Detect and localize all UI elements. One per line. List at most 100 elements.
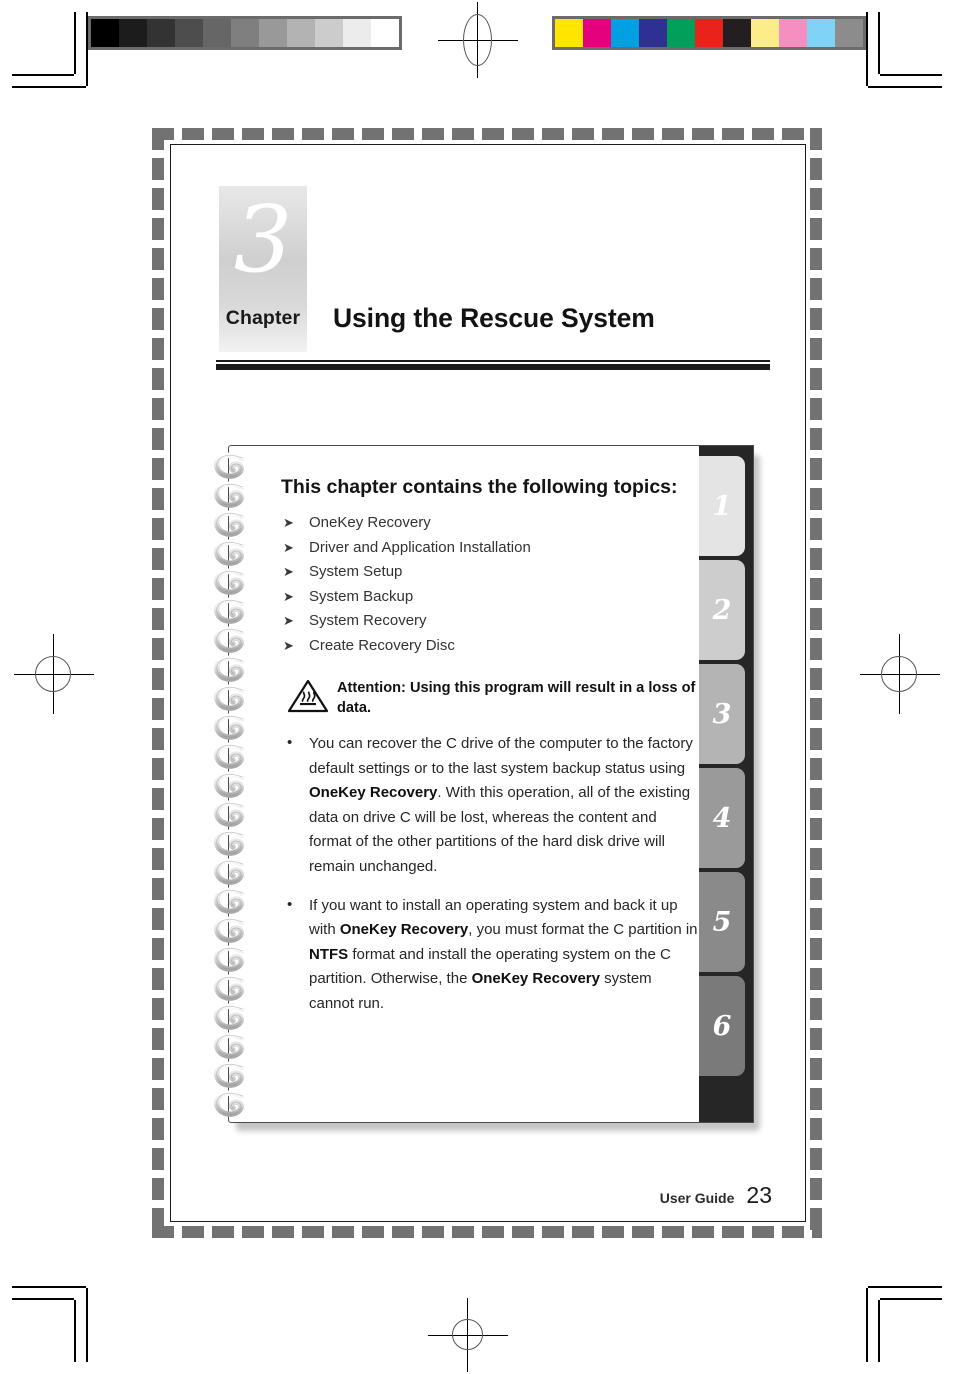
spiral-coil [212,742,256,772]
dash-segment [810,968,822,990]
spiral-coil [212,655,256,685]
dash-segment [152,938,164,960]
dash-segment [810,698,822,720]
dashed-edge-right [810,128,822,1238]
color-patch-2 [611,19,639,47]
arrow-bullet-icon: ➤ [283,515,294,530]
topic-label: System Backup [309,587,414,605]
color-patch-9 [807,19,835,47]
spiral-coil [212,510,256,540]
dash-segment [482,1226,504,1238]
bullet-dot-icon: • [287,734,293,751]
dashed-edge-top [152,128,822,140]
spiral-coil [212,916,256,946]
chapter-badge: 3 Chapter [219,186,307,352]
dash-segment [152,248,164,270]
dash-segment [512,1226,534,1238]
dash-segment [810,398,822,420]
dash-segment [152,968,164,990]
dash-segment [810,938,822,960]
chapter-tab-3[interactable]: 3 [699,664,745,764]
dash-segment [422,1226,444,1238]
chapter-tab-6[interactable]: 6 [699,976,745,1076]
spiral-coil [212,597,256,627]
gray-patch-7 [287,19,315,47]
chapter-tab-4[interactable]: 4 [699,768,745,868]
dash-segment [692,1226,714,1238]
gray-patch-9 [343,19,371,47]
dash-segment [810,1028,822,1050]
note-text: You can recover the C drive of the compu… [309,735,693,875]
topic-item: ➤ System Recovery [281,609,699,634]
spiral-coil [212,800,256,830]
dash-segment [810,608,822,630]
dash-segment [152,698,164,720]
dash-segment [602,1226,624,1238]
dash-segment [362,128,384,140]
spiral-coil [212,887,256,917]
dash-segment [152,878,164,900]
dash-segment [392,1226,414,1238]
dash-segment [332,1226,354,1238]
dash-segment [152,518,164,540]
dash-segment [152,398,164,420]
spiral-coil [212,974,256,1004]
hot-surface-warning-icon [287,678,329,714]
dash-segment [152,1118,164,1140]
dash-segment [782,1226,804,1238]
topic-label: System Recovery [309,612,427,629]
topic-label: System Setup [309,563,403,580]
dash-segment [152,1208,164,1230]
arrow-bullet-icon: ➤ [283,564,294,579]
dash-segment [392,128,414,140]
dash-segment [152,1028,164,1050]
dash-segment [810,638,822,660]
dash-segment [752,128,774,140]
topic-item: ➤ OneKey Recovery [281,511,699,536]
gray-patch-5 [231,19,259,47]
attention-block: Attention: Using this program will resul… [281,678,699,718]
chapter-tab-column: 1 2 3 4 5 6 [699,446,753,1122]
dash-segment [810,368,822,390]
dash-segment [542,1226,564,1238]
dash-segment [810,1178,822,1200]
chapter-tab-5[interactable]: 5 [699,872,745,972]
dash-segment [810,818,822,840]
dash-segment [810,188,822,210]
dash-segment [692,128,714,140]
dash-segment [152,428,164,450]
dash-segment [422,128,444,140]
footer-label: User Guide [659,1190,735,1206]
dash-segment [152,758,164,780]
dash-segment [152,1148,164,1170]
dash-segment [810,518,822,540]
chapter-tab-1[interactable]: 1 [699,456,745,556]
dash-segment [810,788,822,810]
spiral-coil [212,829,256,859]
dash-segment [782,128,804,140]
registration-target-right-middle [860,634,940,714]
dash-segment [302,1226,324,1238]
dash-segment [152,128,164,150]
crop-mark-top-right [852,12,942,102]
chapter-tab-2[interactable]: 2 [699,560,745,660]
page-number: 23 [746,1182,772,1208]
note-bullet: • You can recover the C drive of the comp… [281,732,699,880]
bullet-dot-icon: • [287,895,293,913]
chapter-number: 3 [233,186,293,293]
dash-segment [272,128,294,140]
dash-segment [152,908,164,930]
spiral-coil [212,771,256,801]
dash-segment [152,788,164,810]
chapter-tab-number: 5 [712,906,732,938]
dash-segment [152,1058,164,1080]
gray-patch-3 [175,19,203,47]
dash-segment [302,128,324,140]
dash-segment [152,608,164,630]
chapter-tab-number: 1 [712,490,732,522]
dash-segment [810,728,822,750]
arrow-bullet-icon: ➤ [283,613,294,628]
dash-segment [810,308,822,330]
color-patch-7 [751,19,779,47]
content-card: This chapter contains the following topi… [228,445,754,1123]
